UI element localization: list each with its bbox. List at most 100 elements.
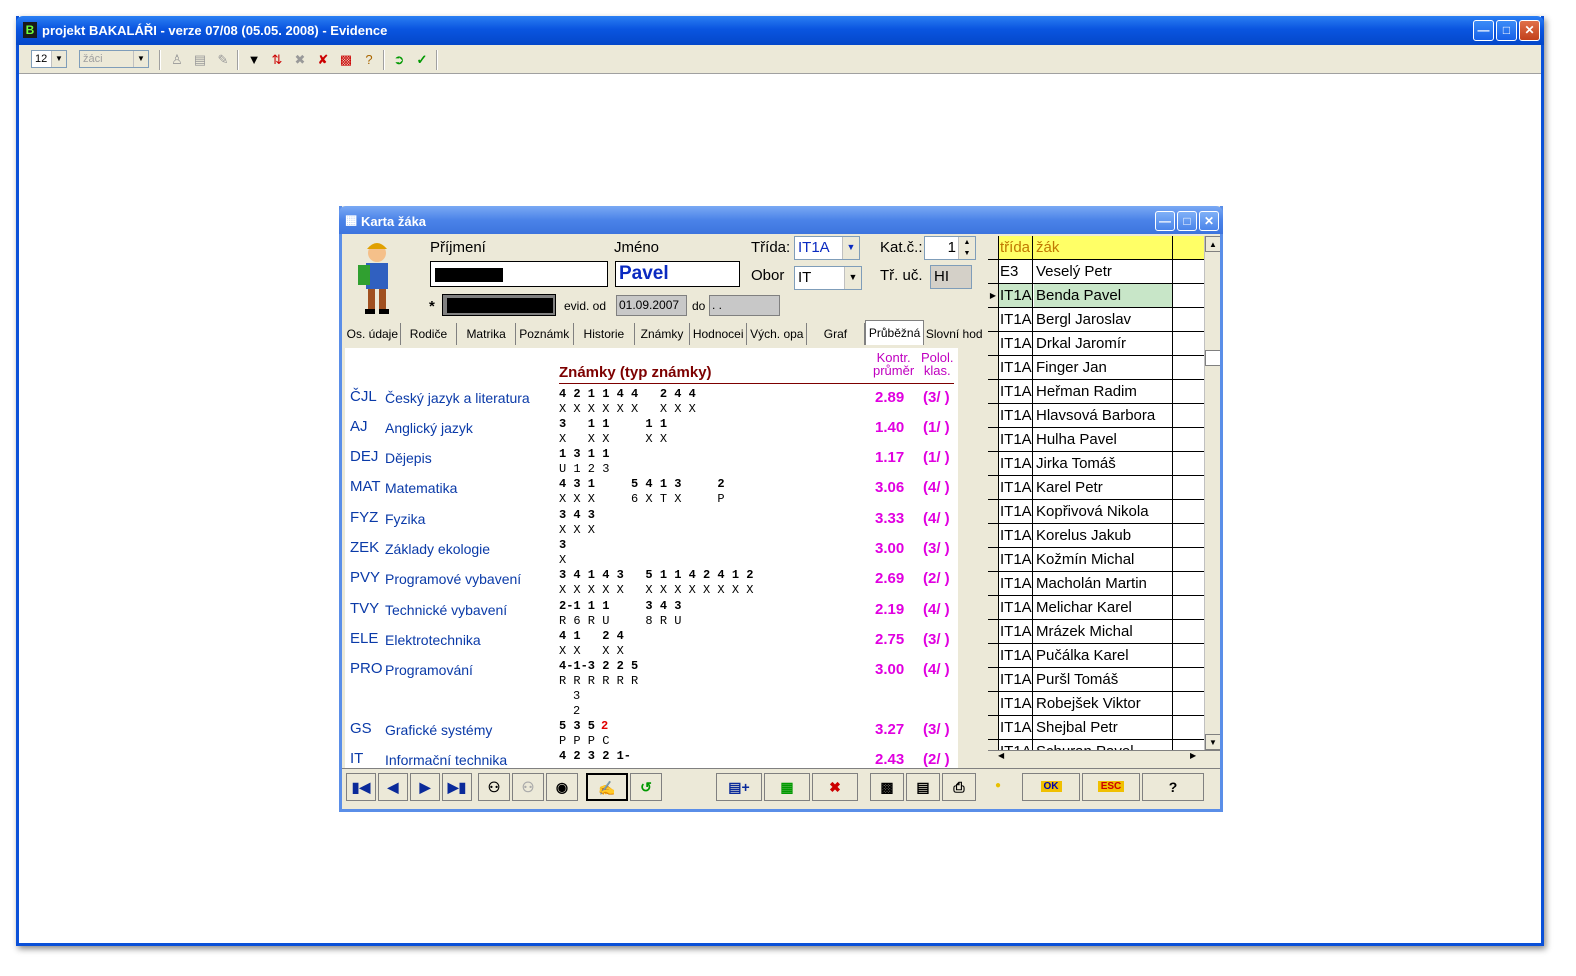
list-row[interactable]: IT1A Hulha Pavel [988,428,1204,452]
tab-poznamky[interactable]: Poznámk [516,323,574,345]
subject-row[interactable]: ČJL Český jazyk a literatura 4 2 1 1 4 4 2… [345,387,958,418]
tab-graf[interactable]: Graf [807,323,865,345]
add-record-icon[interactable]: ▤+ [716,773,762,801]
sort-icon[interactable]: ⇅ [267,50,287,70]
row-indicator [988,452,999,475]
search-next-icon[interactable]: ⚇ [512,773,544,801]
surname-field[interactable] [430,261,608,287]
binoculars-icon[interactable]: ◉ [546,773,578,801]
list-scroll-right-icon[interactable]: ▶ [1190,751,1196,760]
list-row[interactable]: IT1A Robejšek Viktor [988,692,1204,716]
help-button[interactable]: ? [1142,773,1204,801]
class-select[interactable]: IT1A ▼ [794,236,860,260]
list-scroll-down-icon[interactable]: ▼ [1205,734,1220,750]
list-hscrollbar[interactable]: ◀ ▶ [988,750,1220,766]
sign-icon[interactable]: ✍ [586,773,628,801]
list-row[interactable]: IT1A Shejbal Petr [988,716,1204,740]
close-button[interactable]: ✕ [1519,20,1540,41]
card-close-button[interactable]: ✕ [1199,211,1219,231]
list-row[interactable]: E3 Veselý Petr [988,260,1204,284]
tab-prubezna[interactable]: Průběžná [864,320,925,345]
esc-button[interactable]: ESC [1082,773,1140,801]
print-preview-icon[interactable]: ▤ [906,773,940,801]
subject-row[interactable]: TVY Technické vybavení 2-1 1 1 3 4 3R 6 R … [345,599,958,630]
subject-row[interactable]: PVY Programové vybavení 3 4 1 4 3 5 1 1 4 … [345,568,958,599]
list-row[interactable]: ▶ IT1A Benda Pavel [988,284,1204,308]
cancel-filter-icon[interactable]: ✖ [290,50,310,70]
subject-row[interactable]: AJ Anglický jazyk 3 1 1 1 1X X X X X 1.40 (1… [345,417,958,448]
tab-hodnoceni[interactable]: Hodnocei [690,323,748,345]
printer-icon[interactable]: ⎙ [942,773,976,801]
filter-icon[interactable]: ▼ [244,50,264,70]
prev-record-button[interactable]: ◀ [378,773,408,801]
subject-row[interactable]: ZEK Základy ekologie 3 X 3.00 (3/ ) [345,538,958,569]
first-record-button[interactable]: ▮◀ [346,773,376,801]
subject-abbr: MAT [350,478,381,495]
list-class-cell: IT1A [999,380,1033,403]
subject-row[interactable]: IT Informační technika 4 2 3 2 1- 2.43 (2/ ) [345,749,958,768]
delete-record-icon[interactable]: ✖ [812,773,858,801]
mode-select[interactable]: žáci ▼ [79,50,149,68]
tab-os-udaje[interactable]: Os. údaje [345,323,401,345]
tab-znamky[interactable]: Známky [635,323,690,345]
subject-row[interactable]: ELE Elektrotechnika 4 1 2 4X X X X 2.75 (3/ … [345,629,958,660]
tab-rodice[interactable]: Rodiče [401,323,458,345]
tab-vych-opatreni[interactable]: Vých. opa [747,323,808,345]
list-row[interactable]: IT1A Kožmín Michal [988,548,1204,572]
list-row[interactable]: IT1A Jirka Tomáš [988,452,1204,476]
tab-historie[interactable]: Historie [574,323,636,345]
list-name-cell: žák [1034,236,1173,259]
list-row[interactable]: IT1A Mrázek Michal [988,620,1204,644]
list-scroll-left-icon[interactable]: ◀ [998,751,1004,760]
do-field[interactable]: . . [709,295,780,316]
size-select[interactable]: 12 ▼ [31,50,67,68]
card-maximize-button[interactable]: □ [1177,211,1197,231]
edit-icon[interactable]: ✎ [213,50,233,70]
report-icon[interactable]: ▩ [870,773,904,801]
maximize-button[interactable]: □ [1496,20,1517,41]
list-row[interactable]: IT1A Melichar Karel [988,596,1204,620]
kat-stepper[interactable]: 1 ▲ ▼ [924,236,976,260]
search-icon[interactable]: ⚇ [478,773,510,801]
subject-row[interactable]: GS Grafické systémy 5 3 5 2P P P C 3.27 (3/ … [345,719,958,750]
list-row[interactable]: IT1A Pučálka Karel [988,644,1204,668]
subject-row[interactable]: DEJ Dějepis 1 3 1 1U 1 2 3 1.17 (1/ ) [345,447,958,478]
check-icon[interactable]: ✓ [412,50,432,70]
subject-row[interactable]: FYZ Fyzika 3 4 3X X X 3.33 (4/ ) [345,508,958,539]
list-name-cell: Heřman Radim [1034,380,1173,403]
evid-od-field[interactable]: 01.09.2007 [616,295,687,316]
ok-button[interactable]: OK [1022,773,1080,801]
undo-icon[interactable]: ↺ [630,773,662,801]
last-record-button[interactable]: ▶▮ [442,773,472,801]
list-row[interactable]: IT1A Puršl Tomáš [988,668,1204,692]
birth-number-field[interactable] [442,294,556,316]
list-scroll-up-icon[interactable]: ▲ [1205,236,1220,252]
card-icon[interactable]: ▤ [190,50,210,70]
name-field[interactable]: Pavel [615,261,740,287]
tab-matrika[interactable]: Matrika [457,323,516,345]
help-icon[interactable]: ? [359,50,379,70]
field-select[interactable]: IT ▼ [794,266,862,290]
next-record-button[interactable]: ▶ [410,773,440,801]
minimize-button[interactable]: — [1473,20,1494,41]
copy-record-icon[interactable]: ▦ [764,773,810,801]
list-vscrollbar[interactable]: ▲ ▼ [1204,236,1220,752]
list-row[interactable]: IT1A Kopřivová Nikola [988,500,1204,524]
tr-uc-field[interactable]: HI [930,265,972,289]
card-minimize-button[interactable]: — [1155,211,1175,231]
list-row[interactable]: IT1A Bergl Jaroslav [988,308,1204,332]
settings-icon[interactable]: ▩ [336,50,356,70]
exit-icon[interactable]: ➲ [389,50,409,70]
user-icon[interactable]: ♙ [167,50,187,70]
subject-row[interactable]: PRO Programování 4-1-3 2 2 5R R R R R R 3.0… [345,659,958,718]
subject-row[interactable]: MAT Matematika 4 3 1 5 4 1 3 2X X X 6 X T … [345,477,958,508]
tab-slovni-hodnoceni[interactable]: Slovní hod [924,323,984,345]
list-row[interactable]: IT1A Heřman Radim [988,380,1204,404]
list-row[interactable]: IT1A Hlavsová Barbora [988,404,1204,428]
list-row[interactable]: IT1A Karel Petr [988,476,1204,500]
list-row[interactable]: IT1A Korelus Jakub [988,524,1204,548]
list-row[interactable]: IT1A Macholán Martin [988,572,1204,596]
delete-filter-icon[interactable]: ✘ [313,50,333,70]
list-row[interactable]: IT1A Drkal Jaromír [988,332,1204,356]
list-row[interactable]: IT1A Finger Jan [988,356,1204,380]
